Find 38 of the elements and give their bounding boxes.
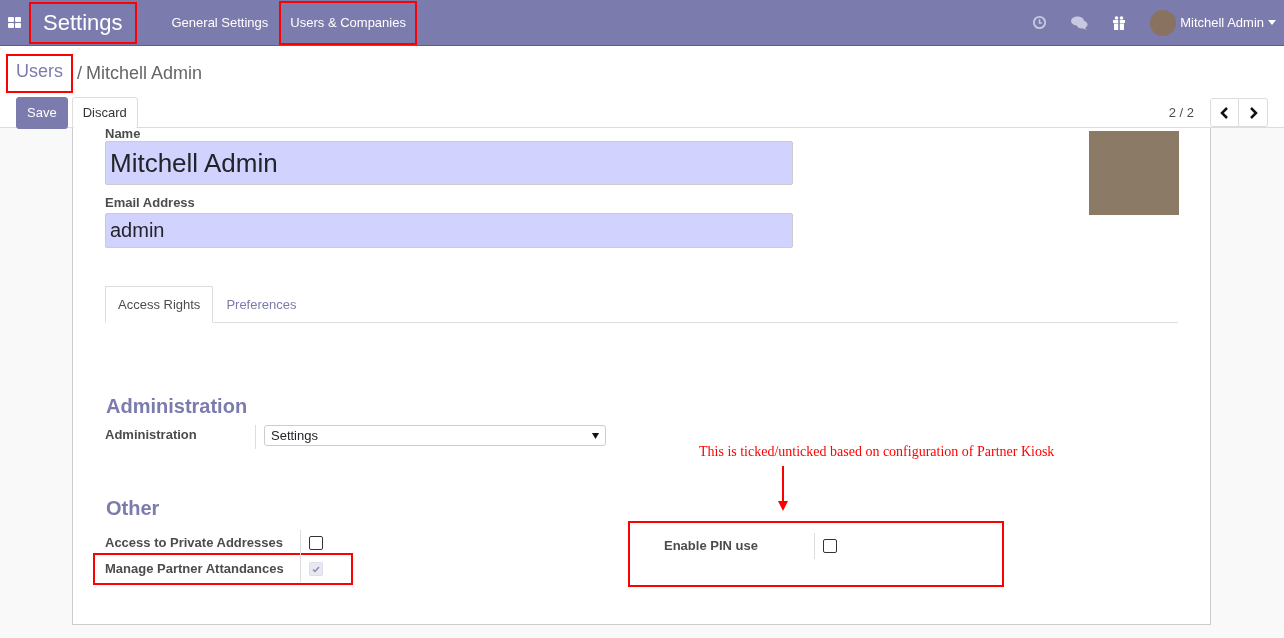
checkbox[interactable] bbox=[823, 539, 837, 553]
breadcrumb-link[interactable]: Users bbox=[6, 54, 73, 93]
section-title: Other bbox=[106, 496, 161, 521]
chevron-right-icon bbox=[1248, 106, 1258, 119]
caret-icon bbox=[592, 432, 599, 439]
clock-icon[interactable] bbox=[1032, 15, 1048, 30]
name-field[interactable]: Mitchell Admin bbox=[105, 141, 793, 185]
field-label: Manage Partner Attandances bbox=[105, 560, 285, 579]
pager-counter: 2 / 2 bbox=[1168, 104, 1194, 122]
breadcrumb-current: Mitchell Admin bbox=[86, 62, 203, 85]
annotation-arrow bbox=[778, 466, 788, 511]
apps-grid-icon[interactable] bbox=[8, 16, 21, 29]
section-title: Administration bbox=[106, 394, 249, 419]
field-label: Enable PIN use bbox=[664, 537, 759, 556]
menu-item[interactable]: General Settings bbox=[160, 0, 280, 45]
field-label: Name bbox=[105, 127, 142, 140]
tab[interactable]: Preferences bbox=[213, 285, 310, 323]
annotation-text: This is ticked/unticked based on configuration of Partner Kiosk bbox=[699, 443, 1055, 461]
next-button[interactable] bbox=[1239, 98, 1268, 128]
menu-item[interactable]: Users & Companies bbox=[279, 0, 417, 45]
chevron-left-icon bbox=[1220, 106, 1229, 119]
tab[interactable]: Access Rights bbox=[105, 285, 214, 323]
previous-button[interactable] bbox=[1210, 98, 1239, 128]
select-field[interactable]: Settings bbox=[264, 425, 606, 446]
breadcrumb-separator: / bbox=[77, 62, 83, 85]
checkbox[interactable] bbox=[309, 536, 323, 550]
user-menu[interactable]: Mitchell Admin bbox=[1180, 12, 1264, 33]
checkmark-icon bbox=[312, 565, 320, 573]
app-title: Settings bbox=[29, 1, 137, 44]
chat-icon[interactable] bbox=[1071, 15, 1089, 30]
email-field[interactable]: admin bbox=[105, 212, 793, 248]
field-label: Email Address bbox=[105, 194, 196, 212]
caret-icon bbox=[1268, 20, 1276, 25]
field-label: Administration bbox=[105, 426, 198, 444]
save-button[interactable]: Save bbox=[16, 97, 68, 129]
field-label: Access to Private Addresses bbox=[105, 534, 284, 553]
gift-icon[interactable] bbox=[1112, 15, 1127, 30]
discard-button[interactable]: Discard bbox=[71, 97, 138, 129]
